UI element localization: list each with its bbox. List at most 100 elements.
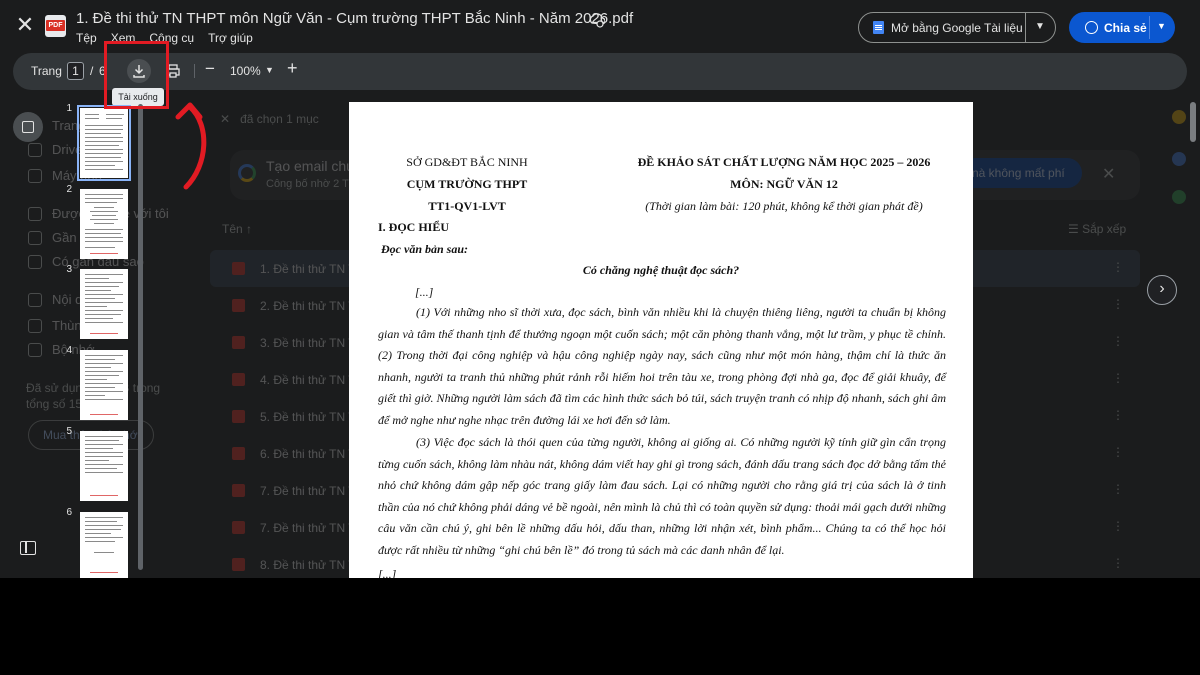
thumbnail-number: 6 bbox=[66, 507, 72, 518]
thumbnail-number: 1 bbox=[66, 103, 72, 114]
divider bbox=[194, 64, 195, 78]
thumbnail-number: 2 bbox=[66, 184, 72, 195]
section-heading: I. ĐỌC HIỂU bbox=[378, 220, 450, 234]
trash-icon bbox=[28, 318, 42, 333]
close-icon: ✕ bbox=[1102, 166, 1116, 183]
viewer-header: ✕ PDF 1. Đề thi thử TN THPT môn Ngữ Văn … bbox=[0, 0, 1200, 50]
menu-help[interactable]: Trợ giúp bbox=[208, 31, 253, 45]
header-right-line: (Thời gian làm bài: 120 phút, không kể t… bbox=[645, 199, 923, 213]
more-icon: ⋮ bbox=[1112, 260, 1124, 274]
image-icon bbox=[22, 121, 34, 133]
more-icon: ⋮ bbox=[1112, 519, 1124, 533]
share-label: Chia sẻ bbox=[1104, 20, 1147, 35]
keep-icon bbox=[1172, 110, 1186, 124]
next-file-button[interactable]: › bbox=[1147, 275, 1177, 305]
thumbnail-page-6[interactable] bbox=[80, 512, 128, 578]
more-icon: ⋮ bbox=[1112, 334, 1124, 348]
bg-sort-label: Sắp xếp bbox=[1082, 222, 1127, 236]
more-icon: ⋮ bbox=[1112, 482, 1124, 496]
header-right-line: ĐỀ KHẢO SÁT CHẤT LƯỢNG NĂM HỌC 2025 – 20… bbox=[637, 155, 931, 169]
divider bbox=[1025, 13, 1026, 42]
instruction: Đọc văn bản sau: bbox=[381, 242, 469, 256]
pdf-toolbar: Trang 1 / 6 − 100% ▼ + bbox=[13, 53, 1187, 90]
close-button[interactable]: ✕ bbox=[14, 14, 36, 36]
pdf-page: SỞ GD&ĐT BẮC NINH CỤM TRƯỜNG THPT TT1-QV… bbox=[349, 102, 973, 578]
header-left-line: CỤM TRƯỜNG THPT bbox=[406, 177, 528, 191]
text-title: Có chăng nghệ thuật đọc sách? bbox=[582, 263, 740, 277]
people-icon bbox=[28, 206, 42, 221]
bg-selected-count: đã chọn 1 mục bbox=[240, 112, 319, 126]
document-title: 1. Đề thi thử TN THPT môn Ngữ Văn - Cụm … bbox=[76, 10, 634, 27]
page-label: Trang bbox=[31, 64, 62, 78]
more-icon: ⋮ bbox=[1112, 556, 1124, 570]
share-button[interactable]: Chia sẻ ▼ bbox=[1069, 12, 1175, 43]
thumbnail-page-3[interactable] bbox=[80, 269, 128, 339]
drive-icon bbox=[28, 142, 42, 157]
cloud-icon bbox=[28, 342, 42, 357]
chevron-right-icon: › bbox=[1159, 280, 1165, 297]
thumbnail-number: 5 bbox=[66, 426, 72, 437]
thumbnail-number: 4 bbox=[66, 345, 72, 356]
star-icon bbox=[28, 254, 42, 269]
bg-sort: ☰ Sắp xếp bbox=[1068, 222, 1127, 236]
ellipsis: [...] bbox=[415, 285, 434, 299]
bg-column-name: Tên ↑ bbox=[222, 222, 253, 236]
menu-file[interactable]: Tệp bbox=[76, 31, 97, 45]
computer-icon bbox=[28, 168, 42, 183]
chevron-down-icon[interactable]: ▼ bbox=[265, 65, 274, 75]
thumbnail-panel-button[interactable] bbox=[13, 112, 43, 142]
contacts-icon bbox=[1172, 190, 1186, 204]
close-icon: ✕ bbox=[15, 12, 35, 37]
zoom-out-button[interactable]: − bbox=[205, 59, 215, 79]
open-with-label: Mở bằng Google Tài liệu bbox=[891, 20, 1023, 35]
sidebar-toggle-icon[interactable] bbox=[20, 541, 36, 555]
thumbnail-number: 3 bbox=[66, 264, 72, 275]
zoom-in-button[interactable]: + bbox=[287, 58, 298, 79]
screen: Trang chủ Drive của tôi Máy tính Được ch… bbox=[0, 0, 1200, 578]
thumbnail-page-5[interactable] bbox=[80, 431, 128, 501]
bg-banner-button: nà không mất phí bbox=[960, 158, 1082, 188]
pdf-file-icon: PDF bbox=[45, 15, 66, 37]
bg-column-label: Tên bbox=[222, 222, 243, 236]
main-scrollbar[interactable] bbox=[1190, 102, 1196, 142]
thumbnail-scrollbar[interactable] bbox=[138, 104, 143, 570]
thumbnail-page-2[interactable] bbox=[80, 189, 128, 259]
letterbox-bottom bbox=[0, 578, 1200, 675]
paragraph: (1) Với những nho sĩ thời xưa, đọc sách,… bbox=[378, 305, 946, 427]
pdf-icon bbox=[232, 558, 245, 571]
google-docs-icon bbox=[873, 21, 884, 34]
header-right-line: MÔN: NGỮ VĂN 12 bbox=[730, 177, 838, 191]
header-left-line: SỞ GD&ĐT BẮC NINH bbox=[406, 155, 528, 169]
pdf-icon bbox=[232, 410, 245, 423]
more-icon: ⋮ bbox=[1112, 371, 1124, 385]
page-separator: / bbox=[90, 64, 94, 78]
pdf-icon bbox=[232, 299, 245, 312]
annotation-arrow-icon bbox=[175, 102, 207, 190]
clock-icon bbox=[28, 230, 42, 245]
globe-icon bbox=[1085, 21, 1098, 34]
open-with-button[interactable]: Mở bằng Google Tài liệu ▼ bbox=[858, 12, 1056, 43]
pdf-icon bbox=[232, 262, 245, 275]
pdf-icon bbox=[232, 373, 245, 386]
spam-icon bbox=[28, 292, 42, 307]
ellipsis: [...] bbox=[378, 567, 397, 578]
offline-status-icon[interactable] bbox=[589, 12, 605, 28]
google-icon bbox=[238, 164, 256, 182]
bg-banner-subtitle: Công bố nhờ 2 TB bbox=[266, 178, 357, 190]
paragraph: (3) Việc đọc sách là thói quen của từng … bbox=[378, 435, 946, 557]
chevron-down-icon[interactable]: ▼ bbox=[1035, 21, 1045, 32]
pdf-icon bbox=[232, 447, 245, 460]
bg-selection-bar: ✕ đã chọn 1 mục bbox=[220, 112, 319, 126]
pdf-icon bbox=[232, 336, 245, 349]
tasks-icon bbox=[1172, 152, 1186, 166]
thumbnail-page-1[interactable] bbox=[77, 105, 131, 181]
more-icon: ⋮ bbox=[1112, 445, 1124, 459]
highlight-box bbox=[104, 41, 169, 109]
page-number-input[interactable]: 1 bbox=[67, 62, 84, 80]
thumbnail-page-4[interactable] bbox=[80, 350, 128, 420]
pdf-icon bbox=[232, 484, 245, 497]
more-icon: ⋮ bbox=[1112, 297, 1124, 311]
header-left-line: TT1-QV1-LVT bbox=[428, 199, 506, 213]
chevron-down-icon[interactable]: ▼ bbox=[1157, 21, 1166, 31]
zoom-level[interactable]: 100% bbox=[230, 64, 261, 78]
